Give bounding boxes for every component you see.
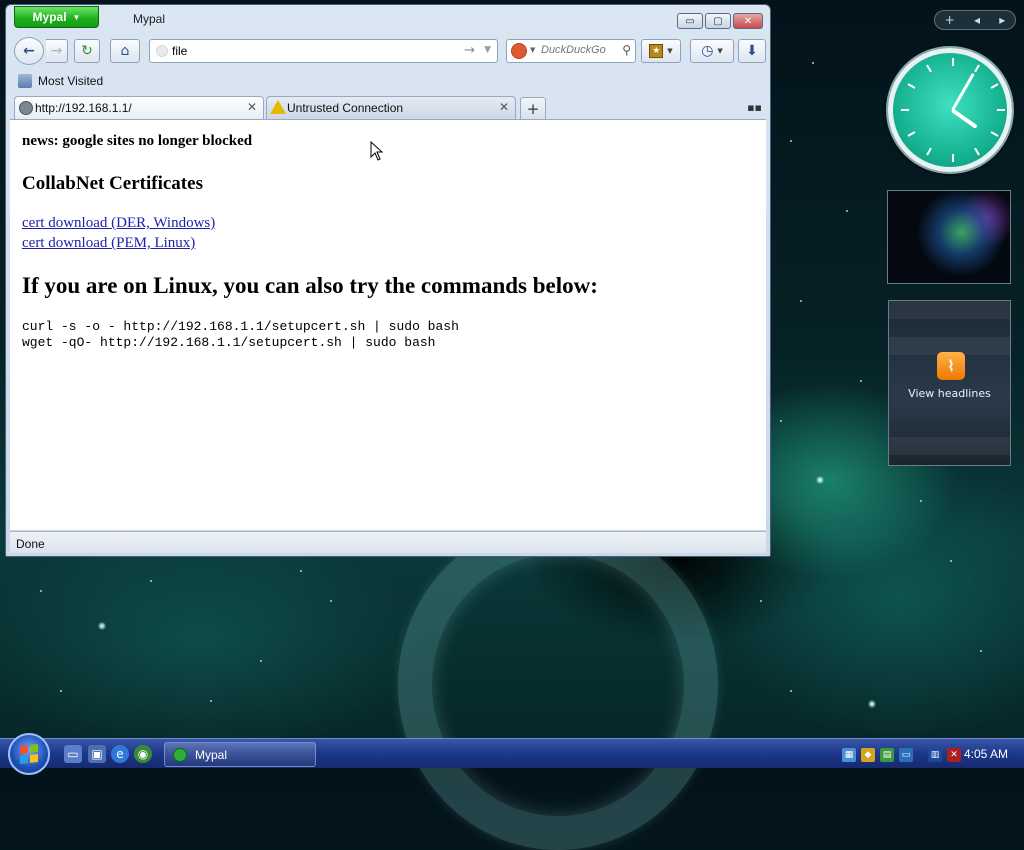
hour-hand xyxy=(950,108,978,129)
list-all-tabs-icon[interactable]: ▪▪ xyxy=(747,101,762,114)
app-menu-label: Mypal xyxy=(32,10,67,24)
search-icon[interactable]: ⚲ xyxy=(622,43,631,57)
history-dropdown-icon[interactable]: ▼ xyxy=(484,45,491,55)
tab-untrusted-connection[interactable]: Untrusted Connection ✕ xyxy=(266,96,516,119)
home-button[interactable]: ⌂ xyxy=(110,39,140,63)
switch-windows-icon[interactable]: ▣ xyxy=(88,745,106,763)
status-text: Done xyxy=(16,537,45,551)
news-text: news: google sites no longer blocked xyxy=(22,133,253,149)
tab-label: http://192.168.1.1/ xyxy=(35,101,132,115)
view-headlines-label: View headlines xyxy=(908,387,991,400)
url-bar[interactable]: → ▼ xyxy=(149,39,498,63)
add-gadget-icon[interactable]: + xyxy=(945,13,955,27)
star xyxy=(816,476,824,484)
duckduckgo-icon[interactable] xyxy=(511,43,527,59)
site-identity-icon[interactable] xyxy=(156,45,168,57)
bookmark-star-icon: ★ xyxy=(649,44,664,58)
rss-icon: ⌇ xyxy=(937,352,965,380)
tab-main[interactable]: http://192.168.1.1/ ✕ xyxy=(14,96,264,119)
cert-der-link[interactable]: cert download (DER, Windows) xyxy=(22,213,754,233)
reload-button[interactable]: ↻ xyxy=(74,39,100,63)
command-line: wget -qO- http://192.168.1.1/setupcert.s… xyxy=(22,335,436,350)
close-icon: ✕ xyxy=(743,15,753,27)
star xyxy=(868,700,876,708)
window-title: Mypal xyxy=(133,12,166,26)
mouse-pointer-icon xyxy=(370,141,384,161)
chevron-down-icon: ▼ xyxy=(667,47,673,55)
history-button[interactable]: ◷ ▼ xyxy=(690,39,734,63)
warning-icon xyxy=(270,100,286,114)
window-controls: ▭ ▢ ✕ xyxy=(677,13,763,29)
taskbar-item-mypal[interactable]: Mypal xyxy=(164,742,316,767)
star xyxy=(98,622,106,630)
taskbar: ▭ ▣ e ◉ Mypal ▦ ◆ ▤ ▭ ▥ ✕ 4:05 AM xyxy=(0,733,1024,775)
taskbar-item-label: Mypal xyxy=(195,747,228,762)
cert-heading: CollabNet Certificates xyxy=(22,173,203,194)
sidebar-controls: + ◂ ▸ xyxy=(934,10,1016,30)
back-arrow-icon: ← xyxy=(23,43,35,59)
volume-muted-icon[interactable]: ✕ xyxy=(947,747,961,762)
tab-label: Untrusted Connection xyxy=(287,101,404,115)
browser-window[interactable]: Mypal ▼ Mypal ▭ ▢ ✕ ← → ↻ ⌂ → ▼ ▼ ⚲ xyxy=(5,4,771,557)
globe-icon xyxy=(19,101,33,115)
linux-heading: If you are on Linux, you can also try th… xyxy=(22,273,598,298)
slideshow-gadget[interactable] xyxy=(887,190,1011,284)
mypal-icon xyxy=(173,747,187,762)
app-menu-button[interactable]: Mypal ▼ xyxy=(14,6,99,28)
home-icon: ⌂ xyxy=(120,43,130,59)
navigation-toolbar: ← → ↻ ⌂ → ▼ ▼ ⚲ ★ ▼ ◷ ▼ ⬇ xyxy=(10,36,766,66)
chevron-down-icon[interactable]: ▼ xyxy=(530,46,535,54)
show-desktop-icon[interactable]: ▭ xyxy=(64,745,82,763)
status-bar: Done xyxy=(10,531,766,553)
forward-arrow-icon: → xyxy=(50,43,63,59)
display-icon[interactable]: ▭ xyxy=(899,747,913,762)
minute-hand xyxy=(951,72,975,111)
tab-close-icon[interactable]: ✕ xyxy=(499,100,509,114)
network-icon[interactable]: ▦ xyxy=(842,747,856,762)
plus-icon: + xyxy=(526,99,540,118)
url-input[interactable] xyxy=(172,43,452,59)
close-button[interactable]: ✕ xyxy=(733,13,763,29)
forward-button[interactable]: → xyxy=(46,39,68,63)
go-arrow-icon[interactable]: → xyxy=(464,43,475,58)
most-visited-folder[interactable]: Most Visited xyxy=(38,74,103,88)
cert-links: cert download (DER, Windows) cert downlo… xyxy=(22,213,754,253)
command-block: curl -s -o - http://192.168.1.1/setupcer… xyxy=(22,319,754,351)
downloads-button[interactable]: ⬇ xyxy=(738,39,766,63)
page-content: news: google sites no longer blocked Col… xyxy=(10,119,766,530)
feed-headlines-gadget[interactable]: ⌇ View headlines xyxy=(888,300,1011,466)
clock-icon: ◷ xyxy=(701,43,714,59)
clock-gadget[interactable] xyxy=(888,48,1012,172)
new-tab-button[interactable]: + xyxy=(520,97,546,119)
cert-pem-link[interactable]: cert download (PEM, Linux) xyxy=(22,233,754,253)
tab-strip: http://192.168.1.1/ ✕ Untrusted Connecti… xyxy=(10,95,766,119)
start-button[interactable] xyxy=(8,733,50,775)
reload-icon: ↻ xyxy=(81,43,93,59)
connection-icon[interactable]: ▥ xyxy=(928,747,942,762)
command-line: curl -s -o - http://192.168.1.1/setupcer… xyxy=(22,319,459,334)
maximize-button[interactable]: ▢ xyxy=(705,13,731,29)
search-input[interactable] xyxy=(541,44,615,56)
app-tray-icon[interactable]: ▤ xyxy=(880,747,894,762)
chevron-down-icon: ▼ xyxy=(717,47,723,55)
windows-logo-icon xyxy=(20,744,38,764)
previous-icon[interactable]: ◂ xyxy=(974,13,980,27)
chevron-down-icon: ▼ xyxy=(72,12,81,22)
minimize-icon: ▭ xyxy=(685,15,695,27)
next-icon[interactable]: ▸ xyxy=(999,13,1005,27)
download-arrow-icon: ⬇ xyxy=(746,43,758,59)
minimize-button[interactable]: ▭ xyxy=(677,13,703,29)
most-visited-icon xyxy=(18,74,32,88)
bookmarks-button[interactable]: ★ ▼ xyxy=(641,39,681,63)
mypal-quicklaunch-icon[interactable]: ◉ xyxy=(134,745,152,763)
search-bar[interactable]: ▼ ⚲ xyxy=(506,39,636,63)
ring-artwork xyxy=(398,520,718,850)
tab-close-icon[interactable]: ✕ xyxy=(247,100,257,114)
maximize-icon: ▢ xyxy=(713,15,723,27)
back-button[interactable]: ← xyxy=(14,37,44,65)
security-shield-icon[interactable]: ◆ xyxy=(861,747,875,762)
taskbar-clock[interactable]: 4:05 AM xyxy=(964,747,1008,761)
internet-explorer-icon[interactable]: e xyxy=(111,745,129,763)
bookmarks-toolbar: Most Visited xyxy=(10,71,103,91)
